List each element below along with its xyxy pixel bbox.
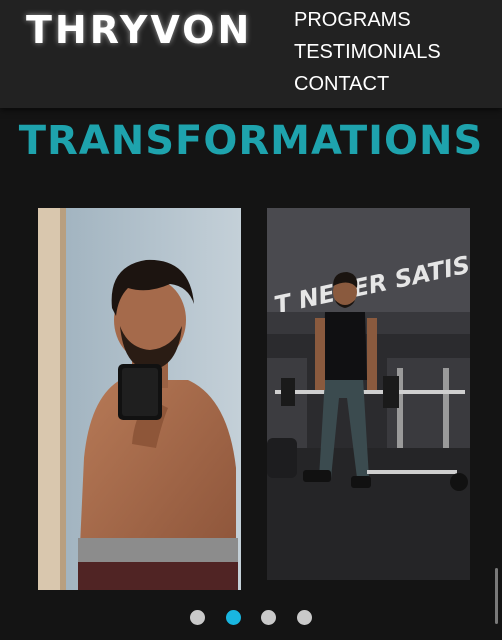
carousel-dot-1[interactable] — [190, 610, 206, 625]
transformation-carousel[interactable]: T NEVER SATIS — [0, 200, 502, 600]
nav-link-contact[interactable]: CONTACT — [294, 68, 441, 100]
site-logo[interactable]: THRYVON — [26, 8, 252, 52]
nav-link-testimonials[interactable]: TESTIMONIALS — [294, 36, 441, 68]
before-photo — [38, 208, 241, 590]
after-photo: T NEVER SATIS — [267, 208, 470, 580]
main-nav: PROGRAMS TESTIMONIALS CONTACT — [294, 4, 441, 100]
section-title: TRANSFORMATIONS — [18, 118, 484, 164]
carousel-pagination — [0, 610, 502, 626]
carousel-dot-3[interactable] — [261, 610, 277, 625]
page-scrollbar[interactable] — [495, 568, 498, 624]
site-header: THRYVON PROGRAMS TESTIMONIALS CONTACT — [0, 0, 502, 108]
carousel-dot-2[interactable] — [225, 610, 241, 625]
nav-link-programs[interactable]: PROGRAMS — [294, 4, 441, 36]
carousel-dot-4[interactable] — [296, 610, 312, 625]
